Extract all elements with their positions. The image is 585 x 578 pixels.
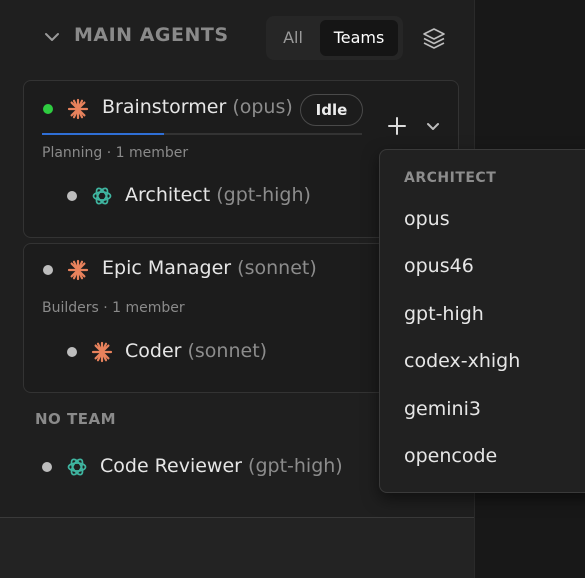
model-dropdown-menu: ARCHITECT opus opus46 gpt-high codex-xhi… <box>379 149 585 493</box>
claude-icon <box>67 98 89 120</box>
filter-teams-button[interactable]: Teams <box>320 20 398 56</box>
collapse-chevron-icon[interactable] <box>43 28 61 46</box>
agent-model-label: (gpt-high) <box>216 184 311 206</box>
model-dropdown-chevron-icon[interactable] <box>424 117 442 135</box>
member-status-dot <box>67 347 77 357</box>
progress-bar <box>42 133 362 135</box>
model-option-codex-xhigh[interactable]: codex-xhigh <box>404 350 520 372</box>
team-subtitle: Builders · 1 member <box>42 300 185 316</box>
claude-icon <box>67 259 89 281</box>
agent-model-label: (gpt-high) <box>248 455 343 477</box>
status-badge: Idle <box>300 94 363 126</box>
agent-name-epic-manager[interactable]: Epic Manager (sonnet) <box>102 257 317 279</box>
agent-name-label: Brainstormer <box>102 96 227 118</box>
dropdown-header: ARCHITECT <box>404 170 497 186</box>
filter-all-button[interactable]: All <box>266 16 320 60</box>
member-name-coder[interactable]: Coder (sonnet) <box>125 340 267 362</box>
agent-name-label: Architect <box>125 184 211 206</box>
no-team-heading: NO TEAM <box>35 410 117 428</box>
section-title: MAIN AGENTS <box>74 24 229 46</box>
model-option-opus46[interactable]: opus46 <box>404 255 474 277</box>
progress-fill <box>42 133 164 135</box>
agent-name-label: Epic Manager <box>102 257 232 279</box>
status-dot-inactive <box>43 265 53 275</box>
agent-name-brainstormer[interactable]: Brainstormer (opus) <box>102 96 293 118</box>
agent-name-label: Code Reviewer <box>100 455 242 477</box>
team-subtitle: Planning · 1 member <box>42 145 189 161</box>
view-filter-toggle: All Teams <box>266 16 403 60</box>
model-option-opencode[interactable]: opencode <box>404 445 497 467</box>
model-option-gpt-high[interactable]: gpt-high <box>404 303 484 325</box>
claude-icon <box>91 341 113 363</box>
agent-status-dot <box>42 462 52 472</box>
agent-model-label: (opus) <box>232 96 293 118</box>
model-option-opus[interactable]: opus <box>404 208 450 230</box>
agent-name-label: Coder <box>125 340 182 362</box>
openai-icon <box>92 187 112 205</box>
agent-name-code-reviewer[interactable]: Code Reviewer (gpt-high) <box>100 455 343 477</box>
layers-icon[interactable] <box>420 25 448 53</box>
status-dot-active <box>43 104 53 114</box>
member-name-architect[interactable]: Architect (gpt-high) <box>125 184 311 206</box>
openai-icon <box>67 458 87 476</box>
add-member-icon[interactable] <box>385 114 409 138</box>
model-option-gemini3[interactable]: gemini3 <box>404 398 481 420</box>
agent-model-label: (sonnet) <box>187 340 268 362</box>
agent-model-label: (sonnet) <box>237 257 317 279</box>
panel-footer <box>0 518 474 578</box>
member-status-dot <box>67 191 77 201</box>
